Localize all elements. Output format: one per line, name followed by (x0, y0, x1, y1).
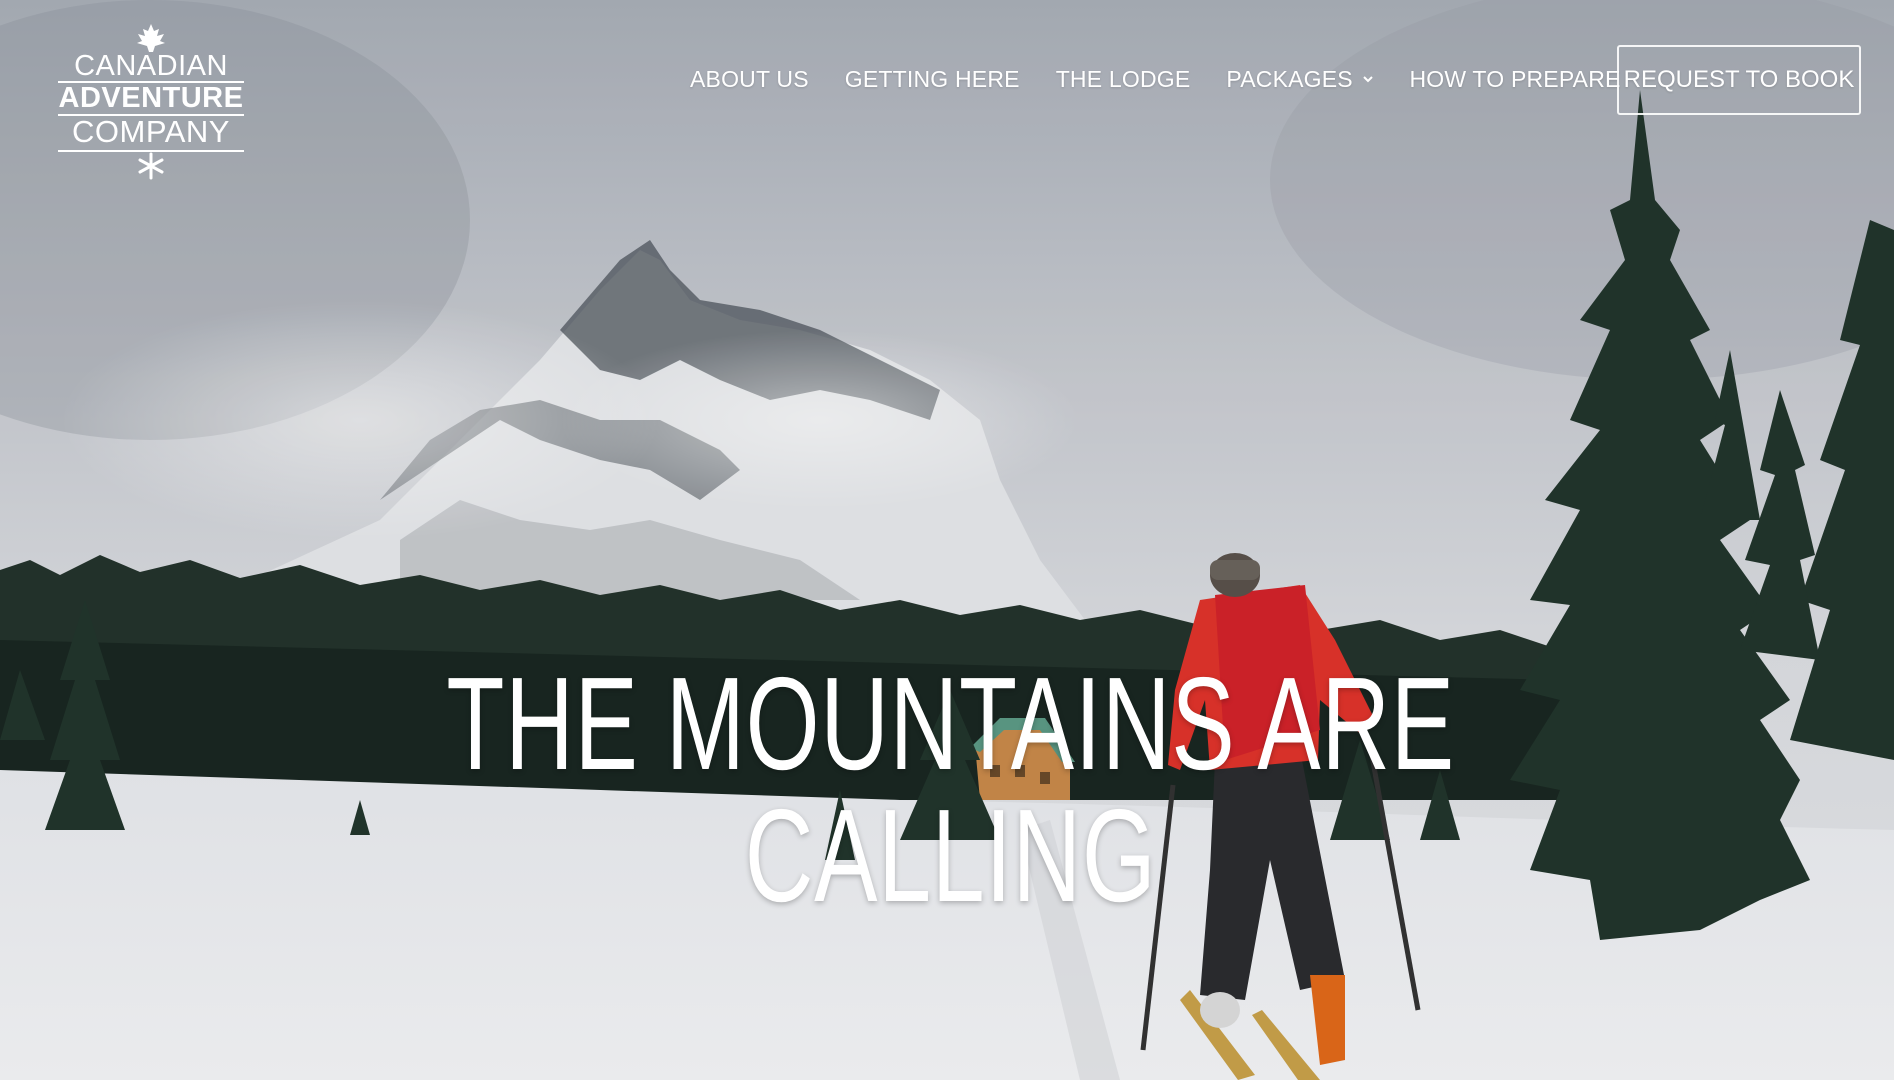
logo-line-3: COMPANY (72, 114, 230, 149)
brand-logo[interactable]: CANADIAN ADVENTURE COMPANY (56, 24, 246, 180)
nav-how-to-prepare[interactable]: HOW TO PREPARE (1391, 66, 1638, 93)
nav-about-us[interactable]: ABOUT US (690, 66, 827, 93)
chevron-down-icon (1363, 76, 1374, 83)
logo-line-2: ADVENTURE (58, 82, 244, 114)
main-nav: ABOUT US GETTING HERE THE LODGE PACKAGES… (690, 66, 1639, 93)
snowflake-icon (138, 152, 164, 180)
hero-headline: THE MOUNTAINS ARE CALLING (446, 650, 1455, 930)
maple-leaf-icon (137, 24, 165, 52)
nav-the-lodge[interactable]: THE LODGE (1038, 66, 1209, 93)
nav-packages[interactable]: PACKAGES (1208, 66, 1391, 93)
nav-packages-label: PACKAGES (1226, 66, 1353, 92)
logo-line-1: CANADIAN (74, 50, 228, 82)
nav-getting-here[interactable]: GETTING HERE (827, 66, 1038, 93)
request-to-book-button[interactable]: REQUEST TO BOOK (1617, 45, 1861, 115)
